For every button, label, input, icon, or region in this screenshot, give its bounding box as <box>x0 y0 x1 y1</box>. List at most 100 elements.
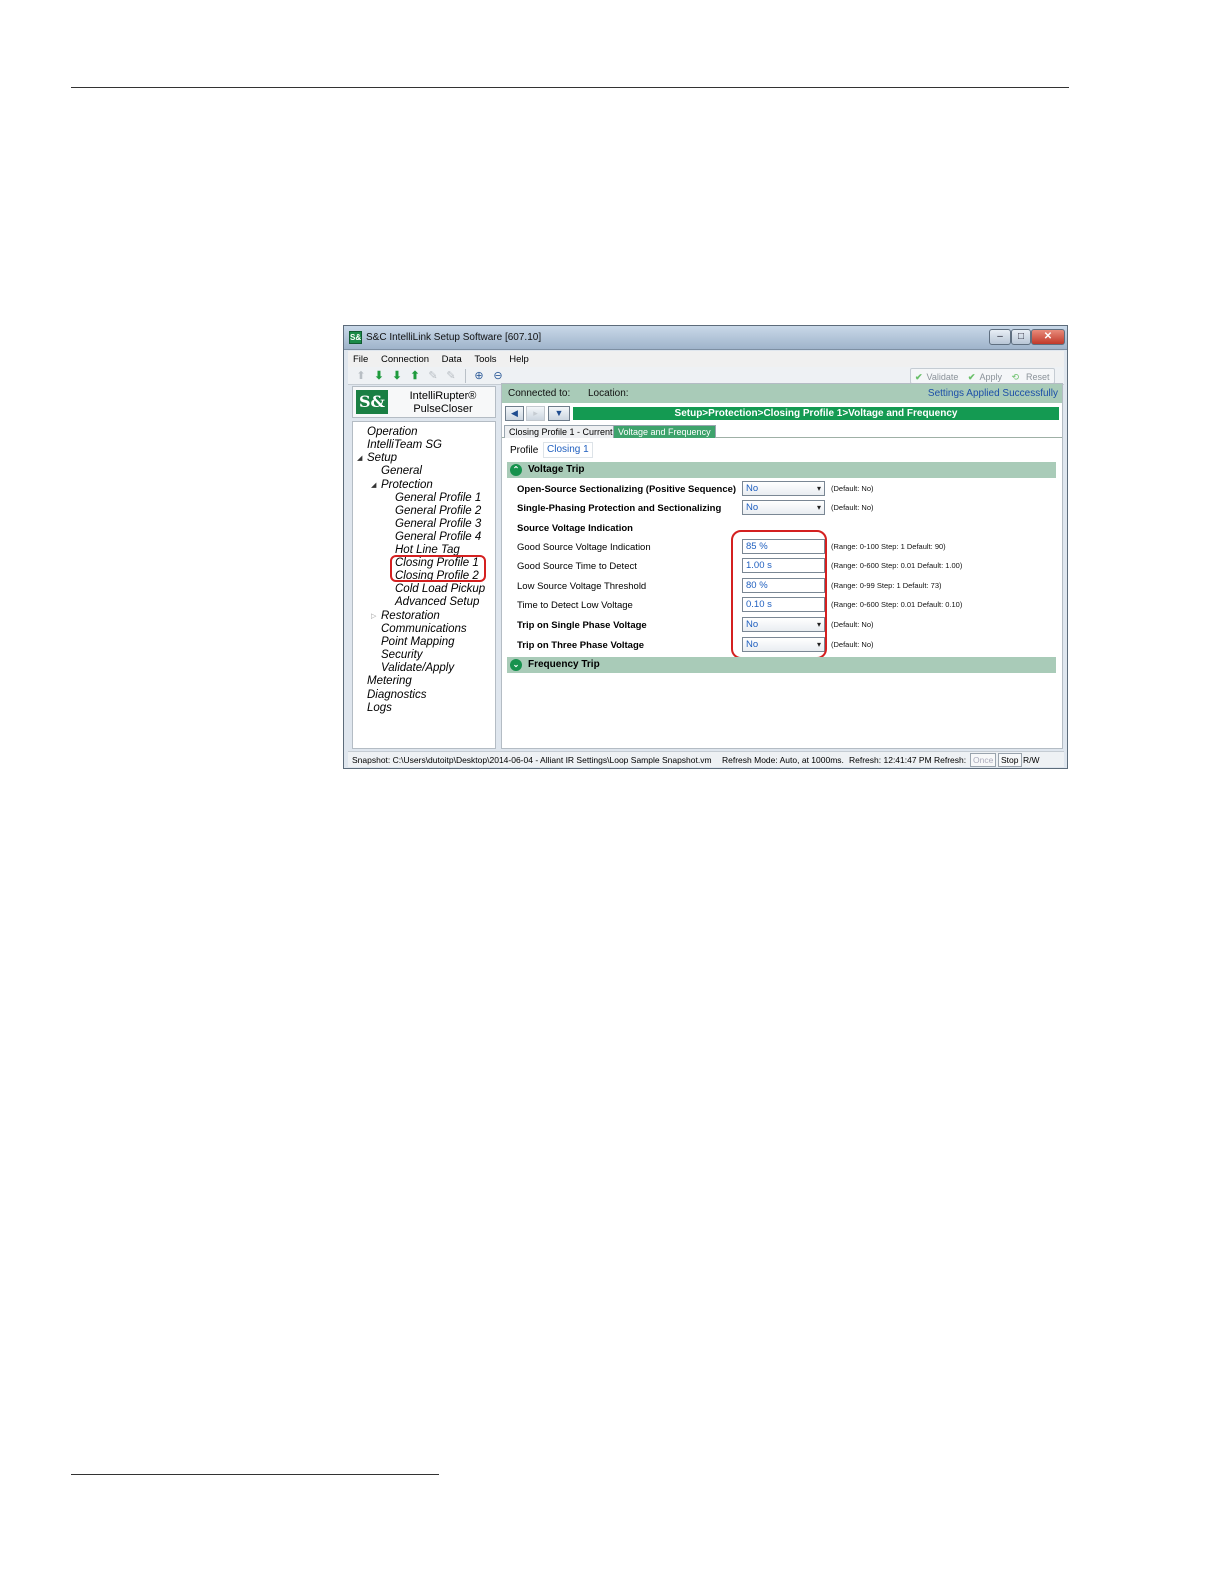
tab-voltage-and-frequency[interactable]: Voltage and Frequency <box>613 425 716 438</box>
tree-item-security[interactable]: Security <box>381 649 423 662</box>
toolbar-actions: ✔ Validate ✔ Apply ⟲ Reset <box>910 368 1055 384</box>
refresh-stop-button[interactable]: Stop <box>998 753 1022 767</box>
menu-bar: File Connection Data Tools Help <box>348 351 1064 367</box>
tree-item-validate-apply[interactable]: Validate/Apply <box>381 662 454 675</box>
menu-help[interactable]: Help <box>504 351 534 365</box>
zoom-out-icon[interactable]: ⊖ <box>491 369 505 383</box>
menu-file[interactable]: File <box>348 351 373 365</box>
setting-hint: (Default: No) <box>831 484 874 493</box>
settings-panel: Connected to: Location: Settings Applied… <box>501 383 1063 749</box>
setting-hint: (Range: 0-100 Step: 1 Default: 90) <box>831 542 946 551</box>
frequency-trip-section-header[interactable]: ⌄ Frequency Trip <box>507 657 1056 673</box>
setting-hint: (Default: No) <box>831 503 874 512</box>
apply-button[interactable]: Apply <box>975 369 1005 382</box>
menu-data[interactable]: Data <box>437 351 467 365</box>
app-icon: S& <box>349 331 362 344</box>
setting-label: Trip on Three Phase Voltage <box>517 640 645 651</box>
location-label: Location: <box>588 388 629 399</box>
refresh-once-button[interactable]: Once <box>970 753 997 767</box>
download-all-icon[interactable]: ⬇ <box>390 369 404 383</box>
close-button[interactable]: ✕ <box>1031 329 1065 345</box>
setting-row-open-source-sectionalizing: Open-Source Sectionalizing (Positive Seq… <box>517 481 1057 499</box>
setting-label: Open-Source Sectionalizing (Positive Seq… <box>517 484 737 495</box>
tree-item-logs[interactable]: Logs <box>367 702 392 715</box>
menu-tools[interactable]: Tools <box>469 351 501 365</box>
expanded-arrow-icon[interactable]: ◢ <box>371 479 376 492</box>
tree-item-general-profile-4[interactable]: General Profile 4 <box>395 531 481 544</box>
tree-item-communications[interactable]: Communications <box>381 623 467 636</box>
validate-button[interactable]: Validate <box>923 369 962 382</box>
zoom-in-icon[interactable]: ⊕ <box>472 369 486 383</box>
maximize-button[interactable]: □ <box>1011 329 1031 345</box>
tree-item-cold-load-pickup[interactable]: Cold Load Pickup <box>395 583 485 596</box>
settings-status-message: Settings Applied Successfully <box>927 388 1058 399</box>
setting-hint: (Range: 0-99 Step: 1 Default: 73) <box>831 581 942 590</box>
refresh-label: Refresh: <box>934 755 967 765</box>
dropdown-caret-icon: ▾ <box>816 484 821 493</box>
profile-label: Profile <box>510 445 539 456</box>
setting-label: Low Source Voltage Threshold <box>517 581 647 592</box>
edit-alt-icon[interactable]: ✎ <box>444 369 458 383</box>
profile-row: Profile Closing 1 <box>502 440 1062 460</box>
subheading-source-voltage-indication: Source Voltage Indication <box>517 523 633 534</box>
connected-to-label: Connected to: <box>508 388 571 399</box>
tab-closing-profile-1-current[interactable]: Closing Profile 1 - Current <box>504 425 618 438</box>
tree-item-protection[interactable]: Protection <box>381 479 433 492</box>
setting-hint: (Range: 0-600 Step: 0.01 Default: 0.10) <box>831 600 963 609</box>
upload-icon[interactable]: ⬆ <box>408 369 422 383</box>
open-source-sectionalizing-select[interactable]: No ▾ <box>742 481 825 496</box>
setting-label: Good Source Time to Detect <box>517 561 637 572</box>
dropdown-caret-icon: ▾ <box>816 503 821 512</box>
navigation-row: ◀ ▸ ▼ Setup>Protection>Closing Profile 1… <box>502 404 1062 423</box>
refresh-time: Refresh: 12:41:47 PM <box>849 755 932 765</box>
app-window: S& S&C IntelliLink Setup Software [607.1… <box>343 325 1068 769</box>
sc-logo-mark: S& <box>356 390 388 414</box>
tree-item-setup[interactable]: Setup <box>367 452 397 465</box>
tree-item-general-profile-3[interactable]: General Profile 3 <box>395 518 481 531</box>
setting-hint: (Default: No) <box>831 640 874 649</box>
tree-item-intelliteam-sg[interactable]: IntelliTeam SG <box>367 439 442 452</box>
history-dropdown-button[interactable]: ▼ <box>548 406 570 421</box>
page-bottom-rule <box>71 1474 439 1475</box>
tree-item-general[interactable]: General <box>381 465 422 478</box>
setting-hint: (Default: No) <box>831 620 874 629</box>
apply-check-icon: ✔ <box>967 372 976 382</box>
setting-label: Good Source Voltage Indication <box>517 542 651 553</box>
forward-button[interactable]: ▸ <box>526 406 545 421</box>
reset-button[interactable]: Reset <box>1022 369 1053 382</box>
toolbar-separator <box>465 369 466 383</box>
expand-icon[interactable]: ⌄ <box>510 659 522 671</box>
closing-profiles-highlight <box>390 555 486 582</box>
connection-bar: Connected to: Location: Settings Applied… <box>502 384 1062 403</box>
device-name-line2: PulseCloser <box>413 403 473 415</box>
minimize-button[interactable]: – <box>989 329 1011 345</box>
expanded-arrow-icon[interactable]: ◢ <box>357 452 362 465</box>
collapsed-arrow-icon[interactable]: ▷ <box>371 610 376 623</box>
setting-row-single-phasing-protection: Single-Phasing Protection and Sectionali… <box>517 500 1057 518</box>
connect-icon[interactable]: ⬆ <box>354 369 368 383</box>
collapse-icon[interactable]: ⌃ <box>510 464 522 476</box>
setting-label: Time to Detect Low Voltage <box>517 600 633 611</box>
tree-item-advanced-setup[interactable]: Advanced Setup <box>395 596 479 609</box>
tree-item-operation[interactable]: Operation <box>367 426 418 439</box>
tree-item-restoration[interactable]: Restoration <box>381 610 440 623</box>
select-value: No <box>746 483 759 494</box>
download-icon[interactable]: ⬇ <box>372 369 386 383</box>
single-phasing-protection-select[interactable]: No ▾ <box>742 500 825 515</box>
back-button[interactable]: ◀ <box>505 406 524 421</box>
breadcrumb: Setup>Protection>Closing Profile 1>Volta… <box>573 407 1059 420</box>
voltage-trip-section-header[interactable]: ⌃ Voltage Trip <box>507 462 1056 478</box>
tree-item-point-mapping[interactable]: Point Mapping <box>381 636 455 649</box>
tree-item-metering[interactable]: Metering <box>367 675 412 688</box>
device-logo: S& IntelliRupter® PulseCloser <box>352 386 496 418</box>
fields-highlight <box>731 530 827 659</box>
tree-item-general-profile-1[interactable]: General Profile 1 <box>395 492 481 505</box>
reset-icon: ⟲ <box>1011 372 1020 382</box>
edit-icon[interactable]: ✎ <box>426 369 440 383</box>
refresh-mode: Refresh Mode: Auto, at 1000ms. <box>722 755 844 765</box>
tree-item-general-profile-2[interactable]: General Profile 2 <box>395 505 481 518</box>
device-name-line1: IntelliRupter® <box>409 390 477 402</box>
menu-connection[interactable]: Connection <box>376 351 434 365</box>
select-value: No <box>746 502 759 513</box>
tree-item-diagnostics[interactable]: Diagnostics <box>367 689 426 702</box>
